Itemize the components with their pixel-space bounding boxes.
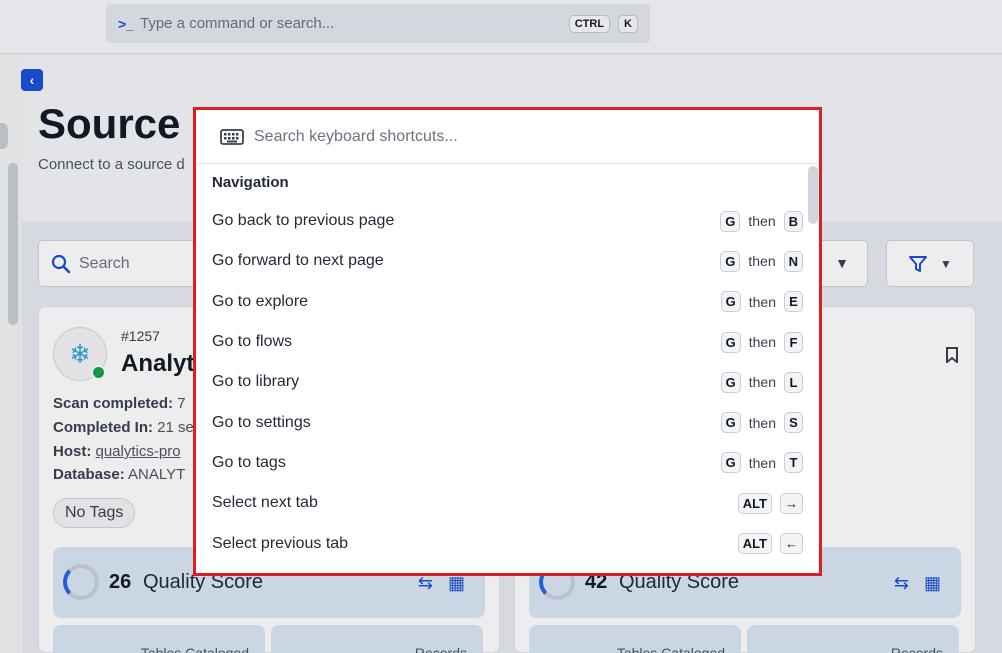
shortcut-label: Select previous tab (212, 534, 349, 552)
section-title: Navigation (212, 174, 289, 191)
key-badge: E (784, 291, 803, 313)
key-badge: F (784, 331, 803, 353)
key-badge: G (720, 452, 741, 474)
then-text: then (748, 414, 776, 431)
key-badge: L (784, 371, 803, 393)
key-badge: S (784, 412, 803, 434)
shortcut-row[interactable]: Go to tags Gthen T (196, 443, 807, 483)
shortcut-list: Go back to previous page Gthen B Go forwa… (196, 201, 807, 564)
modal-scrollbar[interactable] (808, 166, 818, 224)
key-badge: G (720, 412, 741, 434)
key-badge: G (720, 291, 741, 313)
then-text: then (748, 213, 776, 230)
right-arrow-key: → (780, 492, 803, 514)
shortcut-label: Go to settings (212, 413, 311, 431)
shortcut-row[interactable]: Go to settings Gthen S (196, 402, 807, 442)
shortcut-label: Select next tab (212, 494, 318, 512)
shortcut-label: Go to explore (212, 292, 309, 310)
shortcut-row[interactable]: Go to flows Gthen F (196, 322, 807, 362)
key-badge: G (720, 210, 741, 232)
then-text: then (748, 454, 776, 471)
shortcut-row[interactable]: Select next tab ALT → (196, 483, 807, 523)
key-badge: ALT (737, 492, 772, 514)
shortcut-row[interactable]: Go back to previous page Gthen B (196, 201, 807, 241)
then-text: then (748, 293, 776, 310)
shortcut-search-input[interactable] (254, 127, 774, 146)
shortcut-row[interactable]: Select previous tab ALT ← (196, 523, 807, 563)
shortcut-label: Go to flows (212, 333, 293, 351)
key-badge: G (720, 371, 741, 393)
key-badge: B (783, 210, 803, 232)
then-text: then (748, 374, 776, 391)
key-badge: N (783, 250, 803, 272)
keyboard-shortcuts-modal: Navigation Go back to previous page Gthe… (193, 107, 822, 576)
shortcut-label: Go to tags (212, 453, 286, 471)
shortcut-row[interactable]: Go to explore Gthen E (196, 282, 807, 322)
then-text: then (748, 334, 776, 351)
shortcut-label: Go forward to next page (212, 252, 384, 270)
shortcut-label: Go back to previous page (212, 212, 395, 230)
key-badge: G (720, 250, 741, 272)
key-badge: T (784, 452, 803, 474)
shortcut-row[interactable]: Go forward to next page Gthen N (196, 241, 807, 281)
shortcut-row[interactable]: Go to library Gthen L (196, 362, 807, 402)
then-text: then (748, 253, 776, 270)
shortcut-search-bar (196, 110, 819, 164)
key-badge: G (720, 331, 741, 353)
key-badge: ALT (737, 533, 772, 555)
shortcut-label: Go to library (212, 373, 300, 391)
left-arrow-key: ← (780, 533, 803, 555)
keyboard-icon (220, 128, 244, 145)
